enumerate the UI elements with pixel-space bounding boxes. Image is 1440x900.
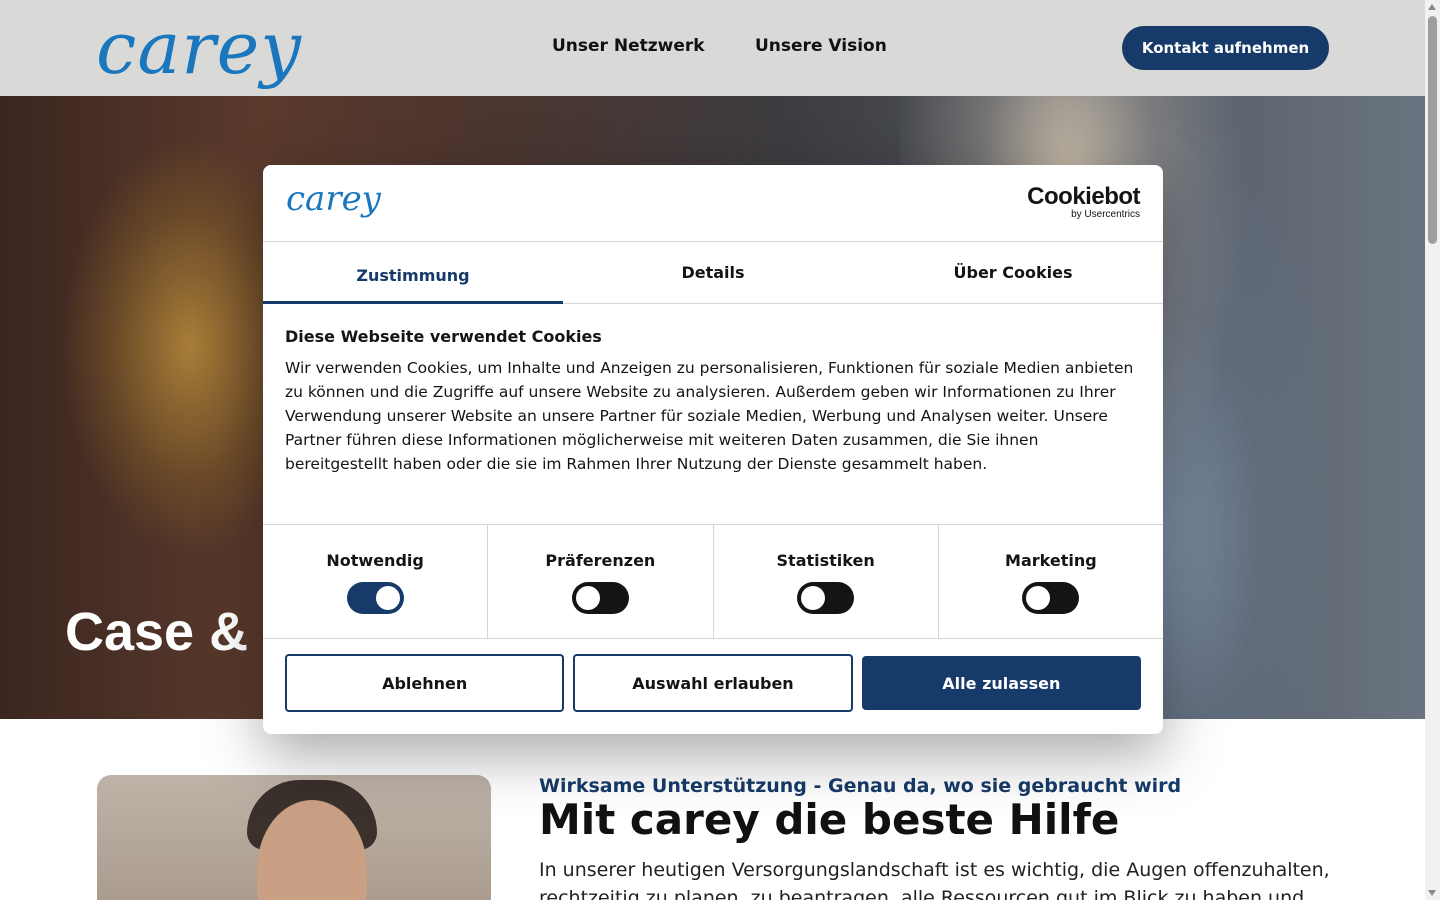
page-scrollbar[interactable] <box>1425 0 1440 900</box>
switch-notwendig[interactable] <box>346 582 404 614</box>
toggle-statistiken: Statistiken <box>714 525 939 638</box>
tab-details[interactable]: Details <box>563 242 863 303</box>
dialog-header: carey Cookiebot by Usercentrics <box>263 165 1163 242</box>
toggle-label-notwendig: Notwendig <box>326 551 424 570</box>
toggle-marketing: Marketing <box>939 525 1163 638</box>
dialog-heading: Diese Webseite verwendet Cookies <box>285 327 602 346</box>
switch-knob <box>801 586 826 610</box>
cookiebot-subtitle: by Usercentrics <box>1071 209 1140 220</box>
cookiebot-logo[interactable]: Cookiebot by Usercentrics <box>1027 185 1140 221</box>
switch-marketing[interactable] <box>1022 582 1080 614</box>
dialog-actions: Ablehnen Auswahl erlauben Alle zulassen <box>285 654 1141 712</box>
scroll-thumb[interactable] <box>1428 16 1437 244</box>
decline-button[interactable]: Ablehnen <box>285 654 565 712</box>
switch-knob <box>575 586 600 610</box>
tab-zustimmung[interactable]: Zustimmung <box>263 242 563 304</box>
dialog-description: Wir verwenden Cookies, um Inhalte und An… <box>285 359 1134 473</box>
scroll-up-arrow-icon[interactable] <box>1428 4 1436 10</box>
cookiebot-name: Cookiebot <box>1027 183 1140 210</box>
toggle-label-praeferenzen: Präferenzen <box>545 551 656 570</box>
toggle-label-marketing: Marketing <box>1005 551 1097 570</box>
toggle-label-statistiken: Statistiken <box>776 551 875 570</box>
allow-selection-button[interactable]: Auswahl erlauben <box>573 654 853 712</box>
switch-knob <box>375 586 400 610</box>
toggle-praeferenzen: Präferenzen <box>488 525 714 638</box>
toggle-notwendig: Notwendig <box>263 525 489 638</box>
tab-ueber-cookies[interactable]: Über Cookies <box>863 242 1163 303</box>
consent-toggles: Notwendig Präferenzen Statistiken Market… <box>263 524 1163 639</box>
dialog-body: Diese Webseite verwendet Cookies Wir ver… <box>285 327 1141 476</box>
switch-praeferenzen[interactable] <box>571 582 629 614</box>
allow-all-button[interactable]: Alle zulassen <box>861 656 1141 710</box>
dialog-tabs: Zustimmung Details Über Cookies <box>263 242 1163 304</box>
dialog-carey-logo: carey <box>286 179 381 219</box>
cookie-consent-dialog: carey Cookiebot by Usercentrics Zustimmu… <box>263 165 1163 734</box>
switch-knob <box>1026 586 1051 610</box>
switch-statistiken[interactable] <box>797 582 855 614</box>
scroll-down-arrow-icon[interactable] <box>1428 890 1436 896</box>
